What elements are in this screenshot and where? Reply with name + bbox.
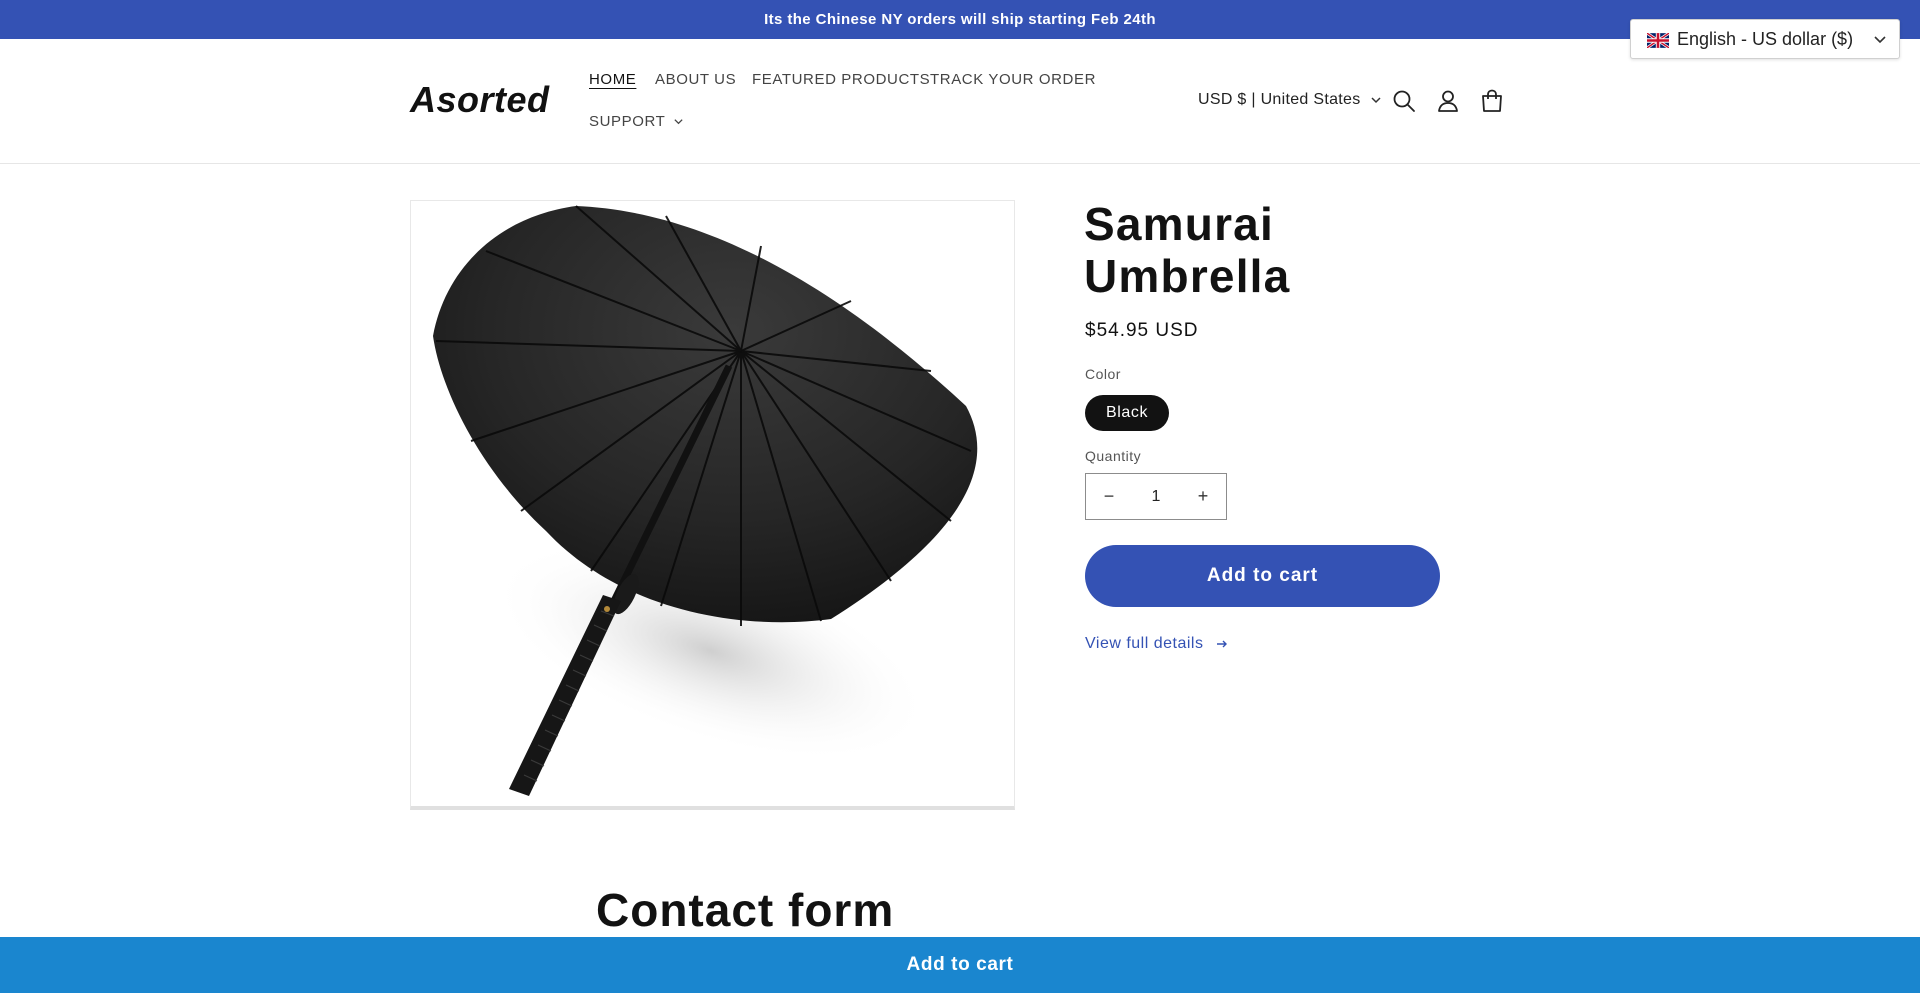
nav-support[interactable]: SUPPORT <box>589 113 684 130</box>
nav-about-us[interactable]: ABOUT US <box>655 71 736 88</box>
chevron-down-icon <box>1371 97 1381 104</box>
country-currency-selector[interactable]: USD $ | United States <box>1198 91 1382 109</box>
sticky-add-to-cart-button[interactable]: Add to cart <box>0 937 1920 993</box>
umbrella-illustration <box>433 205 978 796</box>
search-icon[interactable] <box>1391 88 1417 114</box>
quantity-stepper: − 1 + <box>1085 473 1227 520</box>
language-label: English - US dollar ($) <box>1677 28 1854 49</box>
language-currency-selector[interactable]: English - US dollar ($) <box>1630 19 1900 59</box>
color-label: Color <box>1085 366 1121 382</box>
nav-track-your-order[interactable]: TRACK YOUR ORDER <box>930 71 1096 88</box>
uk-flag-icon <box>1646 31 1670 49</box>
color-option-black[interactable]: Black <box>1085 395 1170 431</box>
quantity-decrease-button[interactable]: − <box>1086 474 1132 519</box>
product-image[interactable] <box>410 200 1015 810</box>
view-full-details-link[interactable]: View full details <box>1085 635 1229 653</box>
view-full-details-label: View full details <box>1085 635 1204 652</box>
product-price: $54.95 USD <box>1085 320 1199 341</box>
site-logo[interactable]: Asorted <box>410 79 550 121</box>
arrow-right-icon <box>1217 640 1228 648</box>
add-to-cart-button[interactable]: Add to cart <box>1085 545 1440 607</box>
quantity-label: Quantity <box>1085 448 1142 464</box>
contact-form-heading: Contact form <box>596 884 895 936</box>
nav-featured-products[interactable]: FEATURED PRODUCTS <box>752 71 930 88</box>
quantity-input[interactable]: 1 <box>1132 488 1180 506</box>
product-title: Samurai Umbrella <box>1084 198 1291 302</box>
cart-icon[interactable] <box>1479 88 1505 114</box>
account-icon[interactable] <box>1435 88 1461 114</box>
nav-home[interactable]: HOME <box>589 71 636 88</box>
quantity-increase-button[interactable]: + <box>1180 474 1226 519</box>
chevron-down-icon <box>1874 36 1886 44</box>
announcement-text: Its the Chinese NY orders will ship star… <box>764 11 1156 28</box>
currency-label: USD $ | United States <box>1198 91 1361 108</box>
chevron-down-icon <box>674 119 684 125</box>
nav-support-label: SUPPORT <box>589 113 666 130</box>
